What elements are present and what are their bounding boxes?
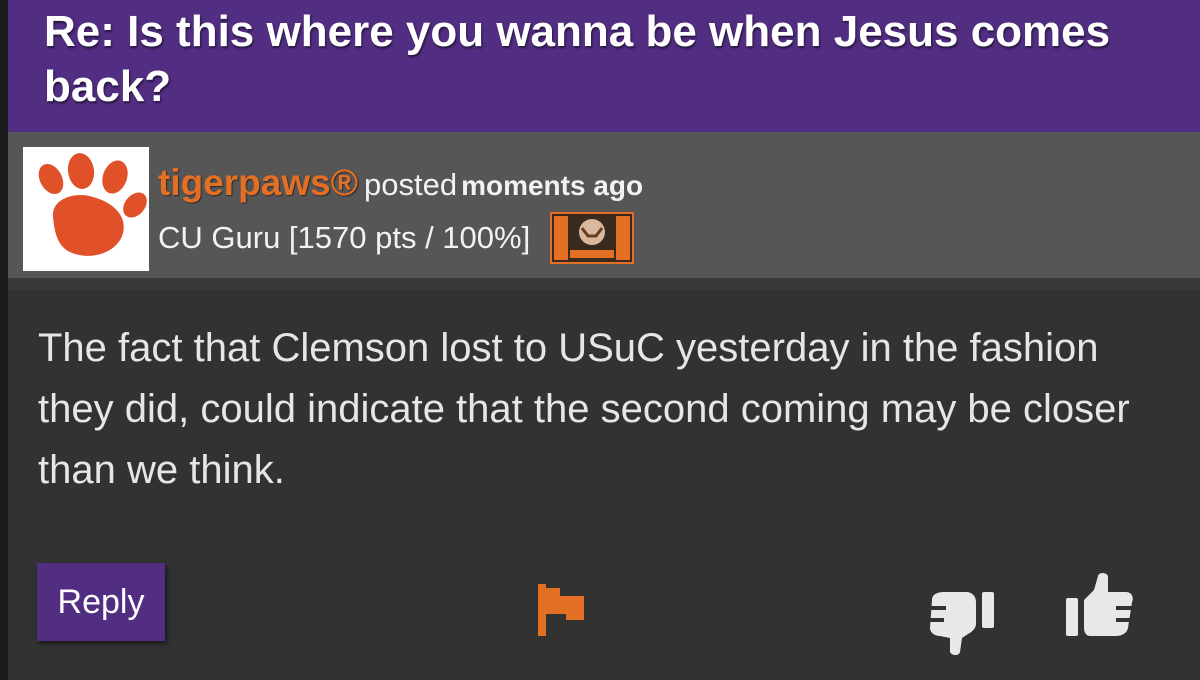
rank-line: CU Guru [1570 pts / 100%] — [158, 212, 643, 264]
section-divider — [8, 278, 1200, 290]
post-title: Re: Is this where you wanna be when Jesu… — [44, 7, 1111, 111]
author-line: tigerpaws® posted moments ago — [158, 162, 643, 206]
post-text: The fact that Clemson lost to USuC yeste… — [38, 326, 1130, 492]
left-edge — [0, 0, 8, 680]
posted-label: posted — [363, 167, 458, 202]
avatar[interactable] — [23, 147, 149, 271]
flag-icon[interactable] — [536, 582, 586, 638]
premium-badge-icon — [550, 212, 635, 264]
post-title-bar: Re: Is this where you wanna be when Jesu… — [8, 0, 1200, 132]
author-info: tigerpaws® posted moments ago CU Guru [157… — [158, 162, 643, 264]
thumbs-down-icon[interactable] — [926, 590, 998, 656]
reply-button[interactable]: Reply — [37, 563, 165, 641]
tiger-paw-icon — [38, 153, 147, 256]
post-body: The fact that Clemson lost to USuC yeste… — [8, 290, 1200, 680]
forum-post: Re: Is this where you wanna be when Jesu… — [0, 0, 1200, 680]
author-bar: tigerpaws® posted moments ago CU Guru [157… — [8, 132, 1200, 278]
premium-badge — [550, 212, 635, 264]
posted-time: moments ago — [461, 170, 644, 201]
user-rank: CU Guru [1570 pts / 100%] — [158, 220, 531, 255]
username-link[interactable]: tigerpaws® — [158, 162, 358, 203]
thumbs-up-icon[interactable] — [1064, 572, 1136, 638]
